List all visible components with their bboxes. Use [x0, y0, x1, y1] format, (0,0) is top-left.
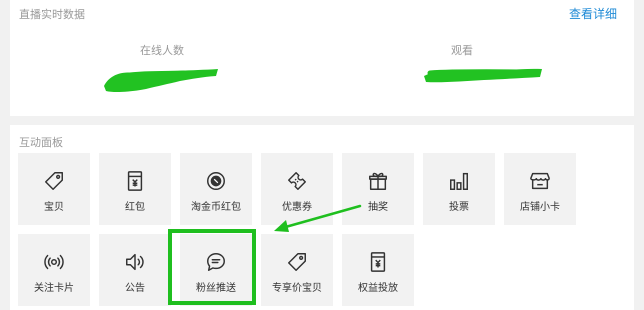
tag-icon — [43, 170, 65, 192]
tile-label: 专享价宝贝 — [272, 283, 322, 294]
voucher-icon — [367, 251, 389, 273]
coin-icon — [205, 170, 227, 192]
highlight-box — [168, 229, 256, 305]
interactive-panel-title: 互动面板 — [19, 136, 63, 149]
annotation-arrow — [274, 204, 362, 232]
redaction-scribble — [104, 69, 218, 93]
tile-follow-card[interactable]: 关注卡片 — [18, 234, 90, 306]
tile-label: 红包 — [125, 202, 145, 213]
coupon-icon — [286, 170, 308, 192]
tile-label: 宝贝 — [44, 202, 64, 213]
broadcast-icon — [43, 251, 65, 273]
tile-label: 权益投放 — [358, 283, 398, 294]
gift-icon — [367, 170, 389, 192]
red-envelope-icon — [124, 170, 146, 192]
tile-label: 关注卡片 — [34, 283, 74, 294]
online-users-label: 在线人数 — [140, 44, 184, 57]
shop-icon — [529, 170, 551, 192]
speaker-icon — [124, 251, 146, 273]
views-label: 观看 — [451, 44, 473, 57]
tile-exclusive-price-item[interactable]: 专享价宝贝 — [261, 234, 333, 306]
tile-label: 投票 — [449, 202, 469, 213]
tile-item[interactable]: 宝贝 — [18, 153, 90, 225]
tile-vote[interactable]: 投票 — [423, 153, 495, 225]
tile-label: 店铺小卡 — [520, 202, 560, 213]
tile-announcement[interactable]: 公告 — [99, 234, 171, 306]
tile-label: 公告 — [125, 283, 145, 294]
view-details-link[interactable]: 查看详细 — [569, 5, 617, 22]
tile-shop-card[interactable]: 店铺小卡 — [504, 153, 576, 225]
live-data-panel: 直播实时数据 查看详细 — [10, 0, 634, 116]
tile-label: 淘金币红包 — [191, 202, 241, 213]
tile-coin-red-envelope[interactable]: 淘金币红包 — [180, 153, 252, 225]
tile-red-envelope[interactable]: 红包 — [99, 153, 171, 225]
bar-chart-icon — [448, 170, 470, 192]
live-data-title: 直播实时数据 — [19, 8, 85, 21]
tile-rights-delivery[interactable]: 权益投放 — [342, 234, 414, 306]
tag-icon — [286, 251, 308, 273]
redaction-scribble — [424, 68, 542, 83]
